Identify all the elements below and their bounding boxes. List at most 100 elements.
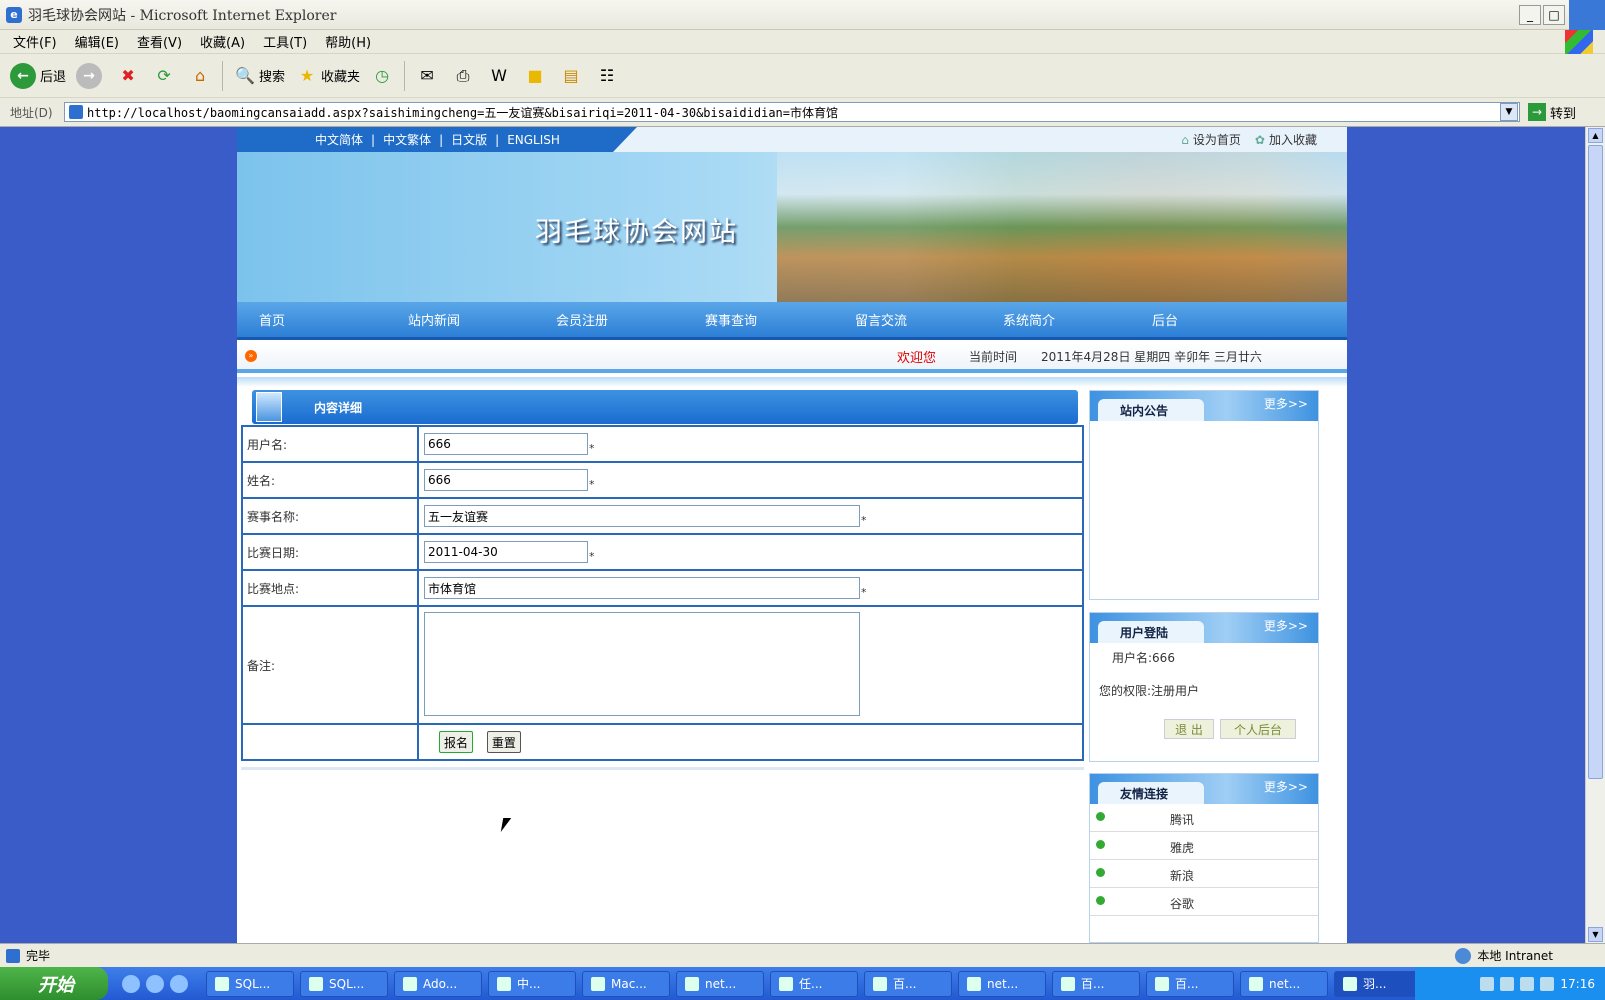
- task-button-active[interactable]: 羽...: [1334, 970, 1422, 997]
- logout-button[interactable]: 退 出: [1164, 719, 1214, 739]
- tray-icon[interactable]: [1520, 976, 1535, 991]
- task-button[interactable]: Mac...: [582, 970, 670, 997]
- scroll-up-icon[interactable]: ▲: [1588, 128, 1603, 143]
- required-mark: *: [861, 514, 867, 527]
- favorites-button[interactable]: ★ 收藏夹: [295, 64, 360, 88]
- lang-traditional[interactable]: 中文繁体: [383, 131, 431, 148]
- browser-viewport: 中文简体 | 中文繁体 | 日文版 | ENGLISH ⌂ 设为首页 ✿ 加入收藏 羽毛球…: [0, 127, 1585, 943]
- toolbar: ← 后退 → ✖ ⟳ ⌂ 🔍 搜索 ★ 收藏夹 ◷ ✉ ⎙ W ■ ▤ ☷: [0, 54, 1605, 98]
- banner-photo: [777, 152, 1347, 302]
- notice-box: 站内公告 更多>>: [1089, 390, 1319, 600]
- links-more-link[interactable]: 更多>>: [1264, 778, 1308, 795]
- address-dropdown-icon[interactable]: ▼: [1500, 103, 1518, 121]
- messenger-icon[interactable]: ☷: [595, 64, 619, 88]
- notice-more-link[interactable]: 更多>>: [1264, 395, 1308, 412]
- task-button[interactable]: SQL...: [206, 970, 294, 997]
- link-item[interactable]: 新浪: [1090, 860, 1318, 888]
- menubar: 文件(F) 编辑(E) 查看(V) 收藏(A) 工具(T) 帮助(H): [0, 30, 1605, 54]
- lang-japanese[interactable]: 日文版: [451, 131, 487, 148]
- ie-quicklaunch-icon[interactable]: [122, 974, 140, 993]
- username-input[interactable]: [424, 433, 588, 455]
- remark-textarea[interactable]: [424, 611, 860, 716]
- menu-edit[interactable]: 编辑(E): [75, 32, 119, 51]
- nav-home[interactable]: 首页: [259, 310, 285, 329]
- task-button[interactable]: 百...: [864, 970, 952, 997]
- tray-icon[interactable]: [1480, 976, 1495, 991]
- tray-icon[interactable]: [1540, 976, 1555, 991]
- minimize-button[interactable]: _: [1519, 5, 1541, 25]
- nav-about[interactable]: 系统简介: [1003, 310, 1055, 329]
- research-icon[interactable]: ▤: [559, 64, 583, 88]
- task-button[interactable]: net...: [676, 970, 764, 997]
- add-favorite-link[interactable]: ✿ 加入收藏: [1255, 131, 1317, 148]
- task-button[interactable]: net...: [958, 970, 1046, 997]
- personal-admin-button[interactable]: 个人后台: [1220, 719, 1296, 739]
- lang-simplified[interactable]: 中文简体: [315, 131, 363, 148]
- media-quicklaunch-icon[interactable]: [170, 974, 188, 993]
- edit-icon[interactable]: W: [487, 64, 511, 88]
- stop-icon[interactable]: ✖: [116, 64, 140, 88]
- mail-icon[interactable]: ✉: [415, 64, 439, 88]
- back-button[interactable]: ← 后退: [10, 62, 66, 89]
- task-button[interactable]: net...: [1240, 970, 1328, 997]
- name-input[interactable]: [424, 469, 588, 491]
- required-mark: *: [589, 442, 595, 455]
- task-button[interactable]: 百...: [1146, 970, 1234, 997]
- arrow-bullet-icon: »: [245, 350, 257, 362]
- home-icon[interactable]: ⌂: [188, 64, 212, 88]
- set-home-link[interactable]: ⌂ 设为首页: [1181, 131, 1241, 148]
- scroll-thumb[interactable]: [1588, 145, 1603, 779]
- vertical-scrollbar[interactable]: ▲ ▼: [1585, 127, 1605, 943]
- address-input[interactable]: http://localhost/baomingcansaiadd.aspx?s…: [64, 102, 1520, 122]
- menu-view[interactable]: 查看(V): [137, 32, 182, 51]
- go-button[interactable]: → 转到: [1528, 103, 1576, 122]
- search-button[interactable]: 🔍 搜索: [233, 64, 285, 88]
- notes-icon[interactable]: ■: [523, 64, 547, 88]
- tray-icon[interactable]: [1500, 976, 1515, 991]
- reset-button[interactable]: 重置: [486, 731, 521, 753]
- status-bar: 完毕 本地 Intranet: [0, 943, 1605, 967]
- nav-admin[interactable]: 后台: [1152, 310, 1178, 329]
- task-button[interactable]: 百...: [1052, 970, 1140, 997]
- login-more-link[interactable]: 更多>>: [1264, 617, 1308, 634]
- date-input[interactable]: [424, 541, 588, 563]
- event-input[interactable]: [424, 505, 860, 527]
- nav-register[interactable]: 会员注册: [556, 310, 608, 329]
- back-arrow-icon: ←: [10, 62, 36, 89]
- panel-title: 内容详细: [314, 401, 363, 415]
- page-status-icon: [6, 948, 20, 963]
- place-input[interactable]: [424, 577, 860, 599]
- menu-tools[interactable]: 工具(T): [263, 32, 307, 51]
- nav-messages[interactable]: 留言交流: [855, 310, 907, 329]
- menu-favorites[interactable]: 收藏(A): [200, 32, 245, 51]
- link-item[interactable]: 雅虎: [1090, 832, 1318, 860]
- print-icon[interactable]: ⎙: [451, 64, 475, 88]
- task-button[interactable]: Ado...: [394, 970, 482, 997]
- login-username: 用户名:666: [1112, 651, 1175, 665]
- welcome-bar: » 欢迎您 当前时间 2011年4月28日 星期四 辛卯年 三月廿六: [237, 343, 1347, 373]
- menu-file[interactable]: 文件(F): [13, 32, 57, 51]
- main-nav: 首页 站内新闻 会员注册 赛事查询 留言交流 系统简介 后台: [237, 302, 1347, 340]
- submit-button[interactable]: 报名: [439, 731, 474, 753]
- link-item[interactable]: 谷歌: [1090, 888, 1318, 916]
- task-button[interactable]: 任...: [770, 970, 858, 997]
- bullet-icon: [1096, 896, 1105, 905]
- nav-events[interactable]: 赛事查询: [705, 310, 757, 329]
- ie2-quicklaunch-icon[interactable]: [146, 974, 164, 993]
- task-button[interactable]: SQL...: [300, 970, 388, 997]
- cloud-icon[interactable]: [1569, 0, 1605, 30]
- start-button[interactable]: 开始: [0, 967, 108, 1000]
- required-mark: *: [589, 550, 595, 563]
- link-item[interactable]: 腾讯: [1090, 804, 1318, 832]
- lang-english[interactable]: ENGLISH: [507, 133, 560, 147]
- scroll-down-icon[interactable]: ▼: [1588, 927, 1603, 942]
- nav-news[interactable]: 站内新闻: [408, 310, 460, 329]
- system-tray: 17:16: [1415, 967, 1605, 1000]
- remark-label: 备注:: [241, 605, 419, 725]
- menu-help[interactable]: 帮助(H): [325, 32, 371, 51]
- history-icon[interactable]: ◷: [370, 64, 394, 88]
- task-button[interactable]: 中...: [488, 970, 576, 997]
- maximize-button[interactable]: □: [1543, 5, 1565, 25]
- refresh-icon[interactable]: ⟳: [152, 64, 176, 88]
- forward-button[interactable]: →: [76, 62, 106, 89]
